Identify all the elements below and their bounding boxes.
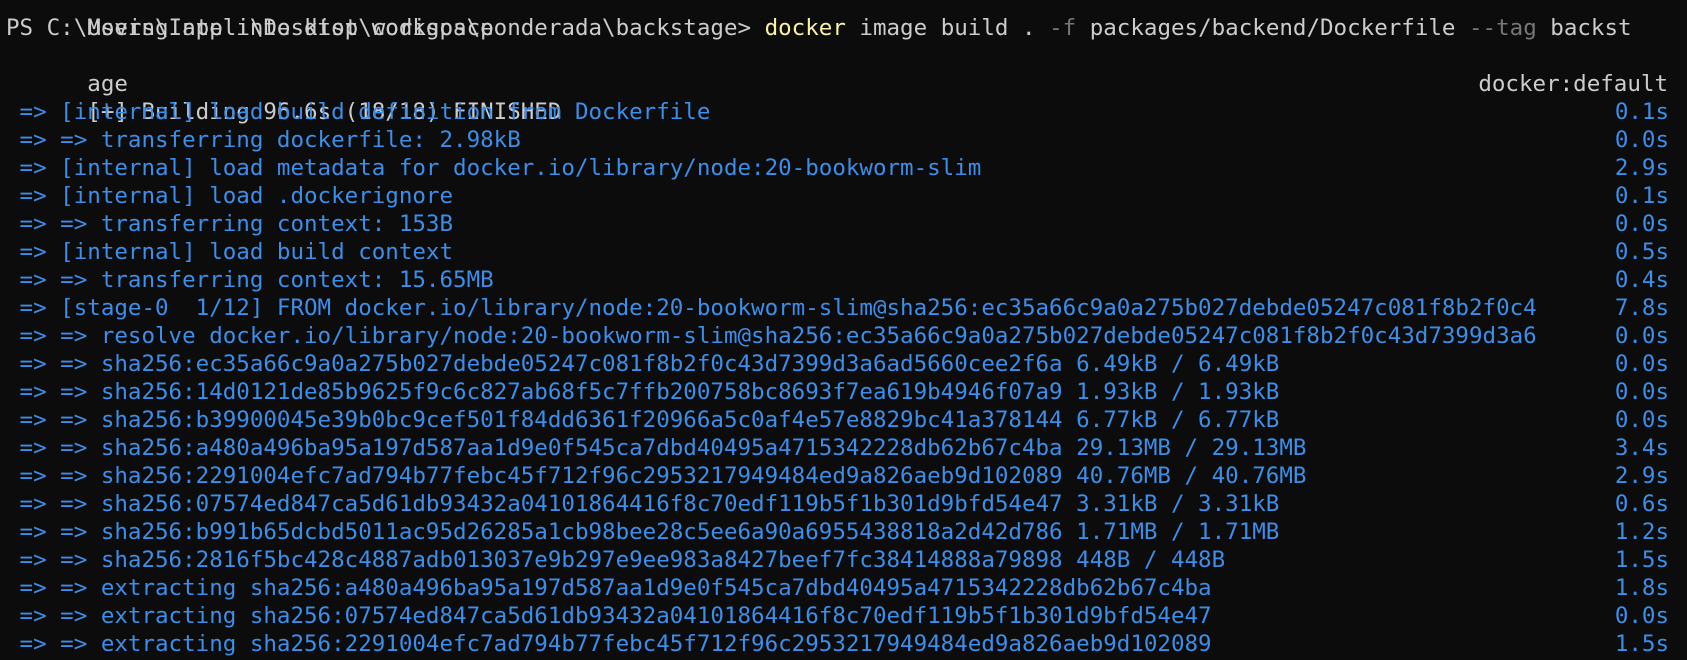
command-line[interactable]: PS C:\Users\Inteli\Desktop\codigos\ponde… bbox=[6, 14, 1687, 42]
build-step-time: 0.1s bbox=[1614, 99, 1669, 125]
build-step-time: 3.4s bbox=[1614, 435, 1669, 461]
build-step-line: => [internal] load metadata for docker.i… bbox=[6, 154, 1687, 182]
build-step-time: 0.0s bbox=[1614, 127, 1669, 153]
build-step-text: => => resolve docker.io/library/node:20-… bbox=[6, 323, 1537, 349]
build-step-time: 2.9s bbox=[1614, 463, 1669, 489]
build-step-time: 7.8s bbox=[1614, 295, 1669, 321]
build-step-time: 1.5s bbox=[1614, 631, 1669, 657]
build-step-line: => => transferring context: 153B 0.0s bbox=[6, 210, 1687, 238]
build-step-text: => => sha256:a480a496ba95a197d587aa1d9e0… bbox=[6, 435, 1307, 461]
build-step-time: 0.6s bbox=[1614, 491, 1669, 517]
shell-prompt: PS C:\Users\Inteli\Desktop\codigos\ponde… bbox=[6, 15, 752, 41]
command-wrap-line: age bbox=[6, 42, 1687, 97]
build-step-line: => [stage-0 1/12] FROM docker.io/library… bbox=[6, 294, 1687, 322]
build-step-line: => => sha256:2816f5bc428c4887adb013037e9… bbox=[6, 546, 1687, 574]
command-args-1: image build . bbox=[859, 15, 1036, 41]
build-step-text: => => sha256:b39900045e39b0bc9cef501f84d… bbox=[6, 407, 1280, 433]
build-steps: => [internal] load build definition from… bbox=[6, 98, 1687, 658]
build-step-text: => => transferring context: 15.65MB bbox=[6, 267, 494, 293]
build-step-line: => => sha256:07574ed847ca5d61db93432a041… bbox=[6, 490, 1687, 518]
build-step-line: => [internal] load build context 0.5s bbox=[6, 238, 1687, 266]
build-step-time: 0.5s bbox=[1614, 239, 1669, 265]
build-step-text: => => sha256:07574ed847ca5d61db93432a041… bbox=[6, 491, 1280, 517]
build-step-time: 1.2s bbox=[1614, 519, 1669, 545]
build-step-text: => => sha256:2816f5bc428c4887adb013037e9… bbox=[6, 547, 1226, 573]
previous-output-line: Moving app into dist workspace bbox=[6, 0, 1687, 41]
build-step-text: => [internal] load build definition from… bbox=[6, 99, 711, 125]
build-step-text: => => transferring dockerfile: 2.98kB bbox=[6, 127, 521, 153]
build-step-time: 0.4s bbox=[1614, 267, 1669, 293]
build-step-time: 0.1s bbox=[1614, 183, 1669, 209]
build-header-line: [+] Building 96.6s (18/18) FINISHED dock… bbox=[6, 70, 1687, 125]
command-program: docker bbox=[764, 15, 846, 41]
build-step-line: => => sha256:14d0121de85b9625f9c6c827ab6… bbox=[6, 378, 1687, 406]
build-step-time: 2.9s bbox=[1614, 155, 1669, 181]
build-step-line: => => sha256:ec35a66c9a0a275b027debde052… bbox=[6, 350, 1687, 378]
build-step-line: => => sha256:2291004efc7ad794b77febc45f7… bbox=[6, 462, 1687, 490]
build-step-line: => [internal] load .dockerignore 0.1s bbox=[6, 182, 1687, 210]
build-step-text: => => extracting sha256:2291004efc7ad794… bbox=[6, 631, 1212, 657]
build-step-text: => [internal] load .dockerignore bbox=[6, 183, 454, 209]
build-step-text: => => extracting sha256:07574ed847ca5d61… bbox=[6, 603, 1212, 629]
build-step-text: => [internal] load metadata for docker.i… bbox=[6, 155, 982, 181]
build-step-time: 1.5s bbox=[1614, 547, 1669, 573]
command-args-2: packages/backend/Dockerfile bbox=[1089, 15, 1456, 41]
build-step-time: 0.0s bbox=[1614, 407, 1669, 433]
build-step-line: => => extracting sha256:a480a496ba95a197… bbox=[6, 574, 1687, 602]
build-step-text: => => sha256:14d0121de85b9625f9c6c827ab6… bbox=[6, 379, 1280, 405]
command-flag-file: -f bbox=[1049, 15, 1077, 41]
build-step-text: => [internal] load build context bbox=[6, 239, 454, 265]
build-step-line: => => sha256:b991b65dcbd5011ac95d26285a1… bbox=[6, 518, 1687, 546]
builder-name: docker:default bbox=[1478, 71, 1668, 97]
build-step-line: => => sha256:a480a496ba95a197d587aa1d9e0… bbox=[6, 434, 1687, 462]
terminal-window[interactable]: Moving app into dist workspace PS C:\Use… bbox=[0, 0, 1687, 660]
build-step-line: => => sha256:b39900045e39b0bc9cef501f84d… bbox=[6, 406, 1687, 434]
build-step-line: => [internal] load build definition from… bbox=[6, 98, 1687, 126]
build-step-text: => => sha256:b991b65dcbd5011ac95d26285a1… bbox=[6, 519, 1280, 545]
build-step-time: 0.0s bbox=[1614, 379, 1669, 405]
build-step-line: => => extracting sha256:2291004efc7ad794… bbox=[6, 630, 1687, 658]
terminal-output: Moving app into dist workspace PS C:\Use… bbox=[6, 0, 1687, 658]
build-step-time: 0.0s bbox=[1614, 603, 1669, 629]
command-flag-tag: --tag bbox=[1469, 15, 1537, 41]
build-step-text: => => extracting sha256:a480a496ba95a197… bbox=[6, 575, 1212, 601]
build-step-text: => => sha256:ec35a66c9a0a275b027debde052… bbox=[6, 351, 1280, 377]
build-step-time: 1.8s bbox=[1614, 575, 1669, 601]
build-step-time: 0.0s bbox=[1614, 323, 1669, 349]
build-step-time: 0.0s bbox=[1614, 351, 1669, 377]
build-step-time: 0.0s bbox=[1614, 211, 1669, 237]
build-step-text: => [stage-0 1/12] FROM docker.io/library… bbox=[6, 295, 1537, 321]
build-step-line: => => extracting sha256:07574ed847ca5d61… bbox=[6, 602, 1687, 630]
command-args-3: backst bbox=[1550, 15, 1632, 41]
build-step-line: => => resolve docker.io/library/node:20-… bbox=[6, 322, 1687, 350]
build-step-line: => => transferring dockerfile: 2.98kB 0.0… bbox=[6, 126, 1687, 154]
build-step-text: => => sha256:2291004efc7ad794b77febc45f7… bbox=[6, 463, 1307, 489]
build-step-line: => => transferring context: 15.65MB 0.4s bbox=[6, 266, 1687, 294]
build-step-text: => => transferring context: 153B bbox=[6, 211, 454, 237]
